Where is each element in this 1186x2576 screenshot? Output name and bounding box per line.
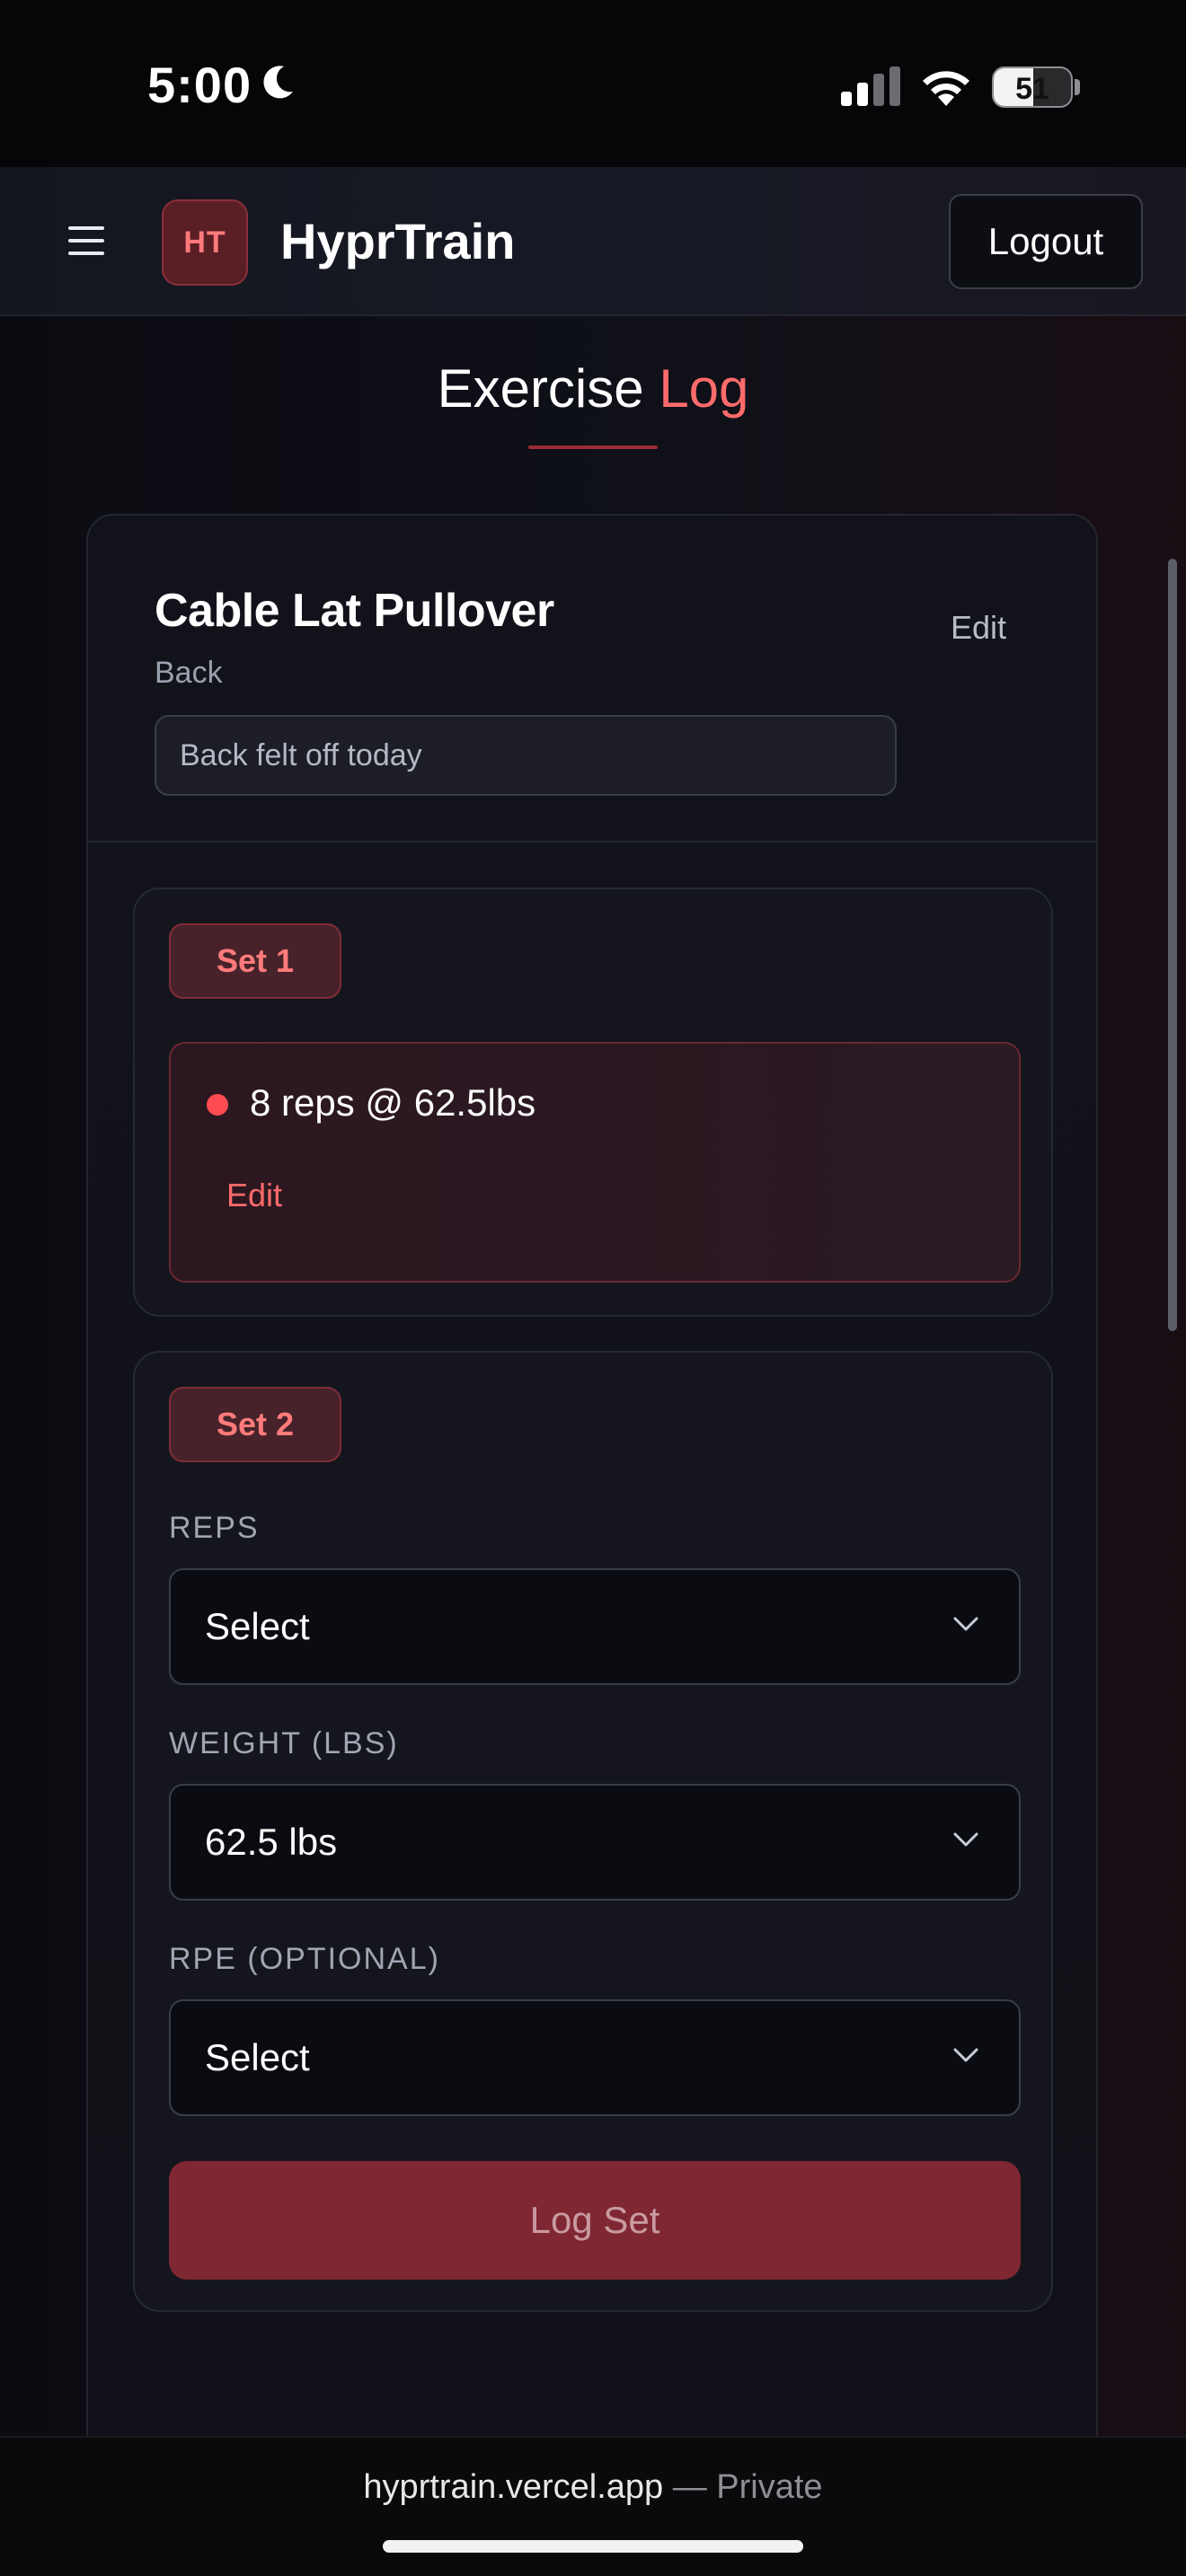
reps-select-value: Select bbox=[205, 1605, 310, 1647]
menu-line bbox=[68, 239, 104, 243]
logged-set-entry: 8 reps @ 62.5lbs Edit bbox=[169, 1042, 1021, 1283]
browsing-mode: Private bbox=[716, 2468, 823, 2506]
weight-label: WEIGHT (LBS) bbox=[169, 1726, 399, 1760]
status-bar: 5:00 51 bbox=[0, 0, 1186, 167]
exercise-card: Cable Lat Pullover Back Edit Back felt o… bbox=[86, 514, 1098, 2436]
chevron-down-icon bbox=[953, 2048, 978, 2062]
url-display[interactable]: hyprtrain.vercel.app — Private bbox=[0, 2468, 1186, 2507]
reps-label: REPS bbox=[169, 1511, 260, 1545]
set-1-badge: Set 1 bbox=[169, 923, 341, 999]
logged-set-summary: 8 reps @ 62.5lbs bbox=[250, 1081, 536, 1124]
rpe-select[interactable]: Select bbox=[169, 1999, 1021, 2116]
battery-nub bbox=[1075, 79, 1080, 95]
page-title-accent: Log bbox=[659, 358, 749, 419]
browser-url-bar[interactable]: hyprtrain.vercel.app — Private bbox=[0, 2436, 1186, 2576]
moon-icon bbox=[263, 66, 293, 99]
brand-name[interactable]: HyprTrain bbox=[280, 212, 515, 270]
app-logo[interactable]: HT bbox=[162, 199, 248, 286]
battery-icon: 51 bbox=[992, 66, 1073, 108]
cellular-signal-icon bbox=[841, 66, 900, 106]
rpe-select-value: Select bbox=[205, 2036, 310, 2078]
set-2-block: Set 2 REPS Select WEIGHT (LBS) 62.5 lbs … bbox=[133, 1351, 1053, 2312]
wifi-icon bbox=[923, 71, 969, 106]
edit-exercise-button[interactable]: Edit bbox=[951, 609, 1006, 647]
app-header: HT HyprTrain Logout bbox=[0, 167, 1186, 316]
status-time: 5:00 bbox=[147, 57, 252, 113]
set-1-block: Set 1 8 reps @ 62.5lbs Edit bbox=[133, 887, 1053, 1317]
chevron-down-icon bbox=[953, 1832, 978, 1847]
muscle-group: Back bbox=[155, 656, 223, 690]
logout-button[interactable]: Logout bbox=[949, 194, 1143, 289]
battery-percentage: 51 bbox=[1015, 72, 1049, 106]
home-indicator[interactable] bbox=[383, 2540, 803, 2553]
page-title: Exercise Log bbox=[0, 357, 1186, 419]
url-domain: hyprtrain.vercel.app bbox=[363, 2468, 664, 2506]
url-separator: — bbox=[672, 2468, 707, 2506]
exercise-header: Cable Lat Pullover Back Edit Back felt o… bbox=[88, 516, 1096, 842]
chevron-down-icon bbox=[953, 1617, 978, 1631]
edit-set-1-button[interactable]: Edit bbox=[226, 1177, 282, 1214]
menu-line bbox=[68, 251, 104, 255]
scrollbar[interactable] bbox=[1168, 559, 1177, 1331]
weight-select[interactable]: 62.5 lbs bbox=[169, 1784, 1021, 1901]
hamburger-menu-icon[interactable] bbox=[68, 226, 104, 255]
logged-indicator-dot bbox=[207, 1094, 228, 1116]
page-title-main: Exercise bbox=[437, 358, 644, 419]
main-content: Exercise Log Cable Lat Pullover Back Edi… bbox=[0, 316, 1186, 2436]
set-2-badge: Set 2 bbox=[169, 1387, 341, 1462]
exercise-name: Cable Lat Pullover bbox=[155, 585, 554, 637]
log-set-button[interactable]: Log Set bbox=[169, 2161, 1021, 2280]
reps-select[interactable]: Select bbox=[169, 1568, 1021, 1685]
menu-line bbox=[68, 226, 104, 230]
rpe-label: RPE (OPTIONAL) bbox=[169, 1942, 440, 1976]
weight-select-value: 62.5 lbs bbox=[205, 1821, 338, 1863]
exercise-note-input[interactable]: Back felt off today bbox=[155, 715, 897, 796]
title-underline bbox=[528, 446, 658, 449]
